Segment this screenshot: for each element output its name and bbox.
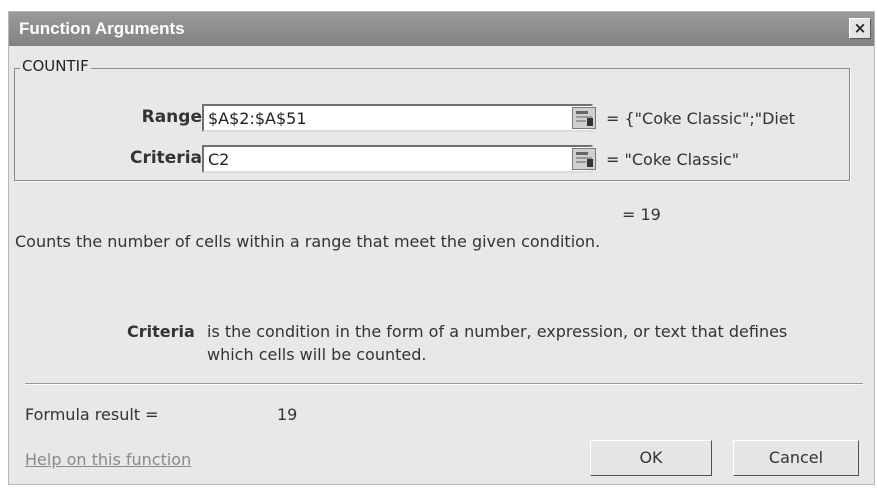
result-preview: = 19 xyxy=(622,205,661,224)
divider xyxy=(25,383,863,385)
close-button[interactable]: × xyxy=(849,18,871,39)
range-collapse-button[interactable] xyxy=(572,107,596,129)
arg-help-line2: which cells will be counted. xyxy=(207,345,427,364)
criteria-collapse-button[interactable] xyxy=(572,148,596,170)
help-link[interactable]: Help on this function xyxy=(25,450,191,469)
criteria-label: Criteria xyxy=(129,148,202,168)
dialog-title: Function Arguments xyxy=(19,19,185,38)
ok-button[interactable]: OK xyxy=(590,440,712,476)
range-input[interactable] xyxy=(202,104,593,132)
title-bar[interactable]: Function Arguments × xyxy=(9,12,874,46)
range-label: Range xyxy=(141,107,202,127)
criteria-evaluated-value: = "Coke Classic" xyxy=(606,150,740,169)
formula-result-value: 19 xyxy=(277,405,298,424)
cancel-button[interactable]: Cancel xyxy=(733,440,859,476)
arg-help-name: Criteria xyxy=(127,322,195,341)
formula-result-label: Formula result = xyxy=(25,405,159,424)
group-label: COUNTIF xyxy=(20,57,91,75)
criteria-input[interactable] xyxy=(202,145,593,173)
range-evaluated-value: = {"Coke Classic";"Diet xyxy=(606,109,795,128)
close-icon: × xyxy=(853,19,867,37)
function-description: Counts the number of cells within a rang… xyxy=(15,232,601,251)
arg-help-line1: is the condition in the form of a number… xyxy=(207,322,788,341)
